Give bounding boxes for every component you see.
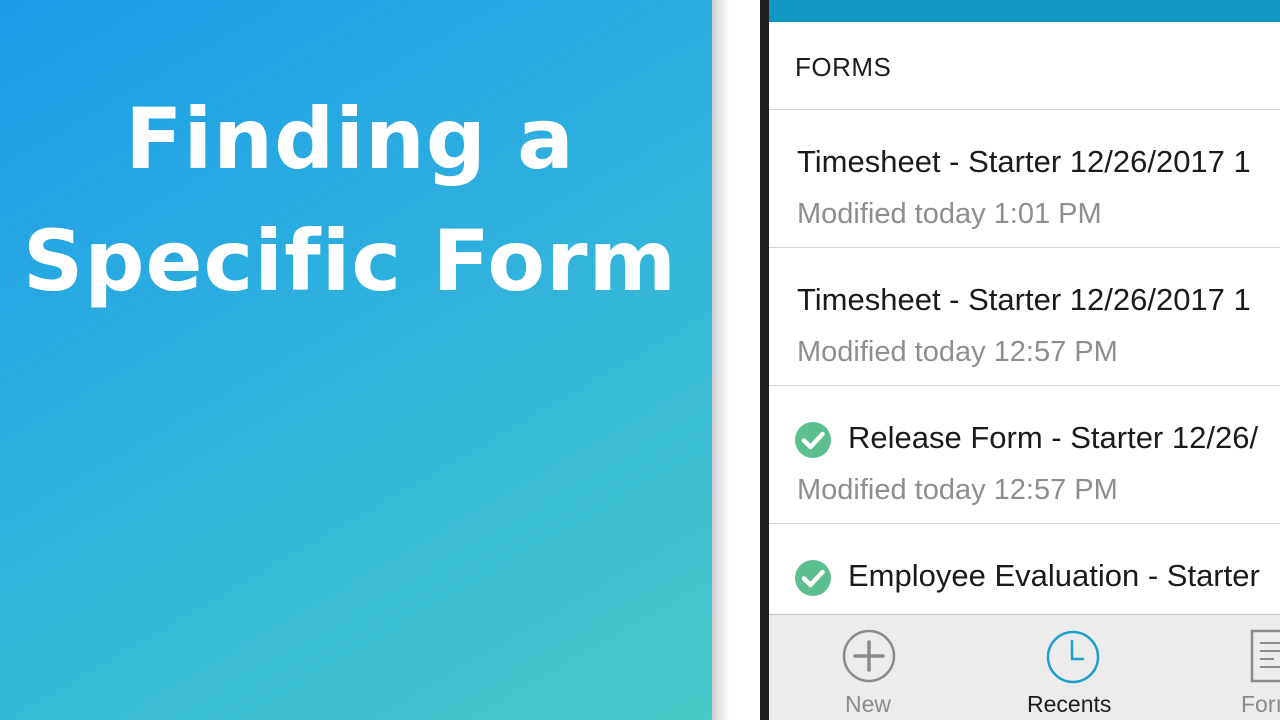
bottom-tab-bar: New Recents Forı <box>769 614 1280 720</box>
check-circle-icon <box>795 560 831 596</box>
check-circle-icon <box>795 422 831 458</box>
section-header-label: FORMS <box>795 52 892 82</box>
tab-forms-label: Forı <box>1241 691 1280 717</box>
list-item[interactable]: Timesheet - Starter 12/26/2017 1 Modifie… <box>769 248 1280 386</box>
tab-new[interactable]: New <box>829 615 909 720</box>
tab-forms[interactable]: Forı <box>1239 615 1280 720</box>
tab-recents[interactable]: Recents <box>1019 615 1129 720</box>
list-item[interactable]: Timesheet - Starter 12/26/2017 1 Modifie… <box>769 110 1280 248</box>
form-title: Timesheet - Starter 12/26/2017 1 <box>797 144 1251 179</box>
app-top-bar <box>769 0 1280 22</box>
device-bezel-outer <box>712 0 730 720</box>
form-title: Timesheet - Starter 12/26/2017 1 <box>797 282 1251 317</box>
promo-panel: Finding a Specific Form <box>0 0 712 720</box>
tab-new-label: New <box>845 691 892 717</box>
form-modified: Modified today 12:57 PM <box>797 336 1118 368</box>
form-modified: Modified today 12:57 PM <box>797 474 1118 506</box>
device-screen-edge <box>760 0 769 720</box>
tab-recents-label: Recents <box>1027 691 1112 717</box>
device-bezel <box>730 0 760 720</box>
document-icon <box>1250 629 1280 683</box>
plus-circle-icon <box>842 629 896 683</box>
clock-icon <box>1046 630 1100 684</box>
forms-section-header: FORMS <box>769 22 1280 110</box>
promo-title: Finding a Specific Form <box>0 78 700 322</box>
list-item[interactable]: Release Form - Starter 12/26/ Modified t… <box>769 386 1280 524</box>
phone-screen: FORMS Timesheet - Starter 12/26/2017 1 M… <box>769 0 1280 720</box>
form-title: Release Form - Starter 12/26/ <box>848 420 1259 455</box>
form-modified: Modified today 1:01 PM <box>797 198 1102 230</box>
promo-title-line-1: Finding a <box>125 90 575 188</box>
promo-title-line-2: Specific Form <box>22 212 678 310</box>
form-title: Employee Evaluation - Starter <box>848 558 1260 593</box>
